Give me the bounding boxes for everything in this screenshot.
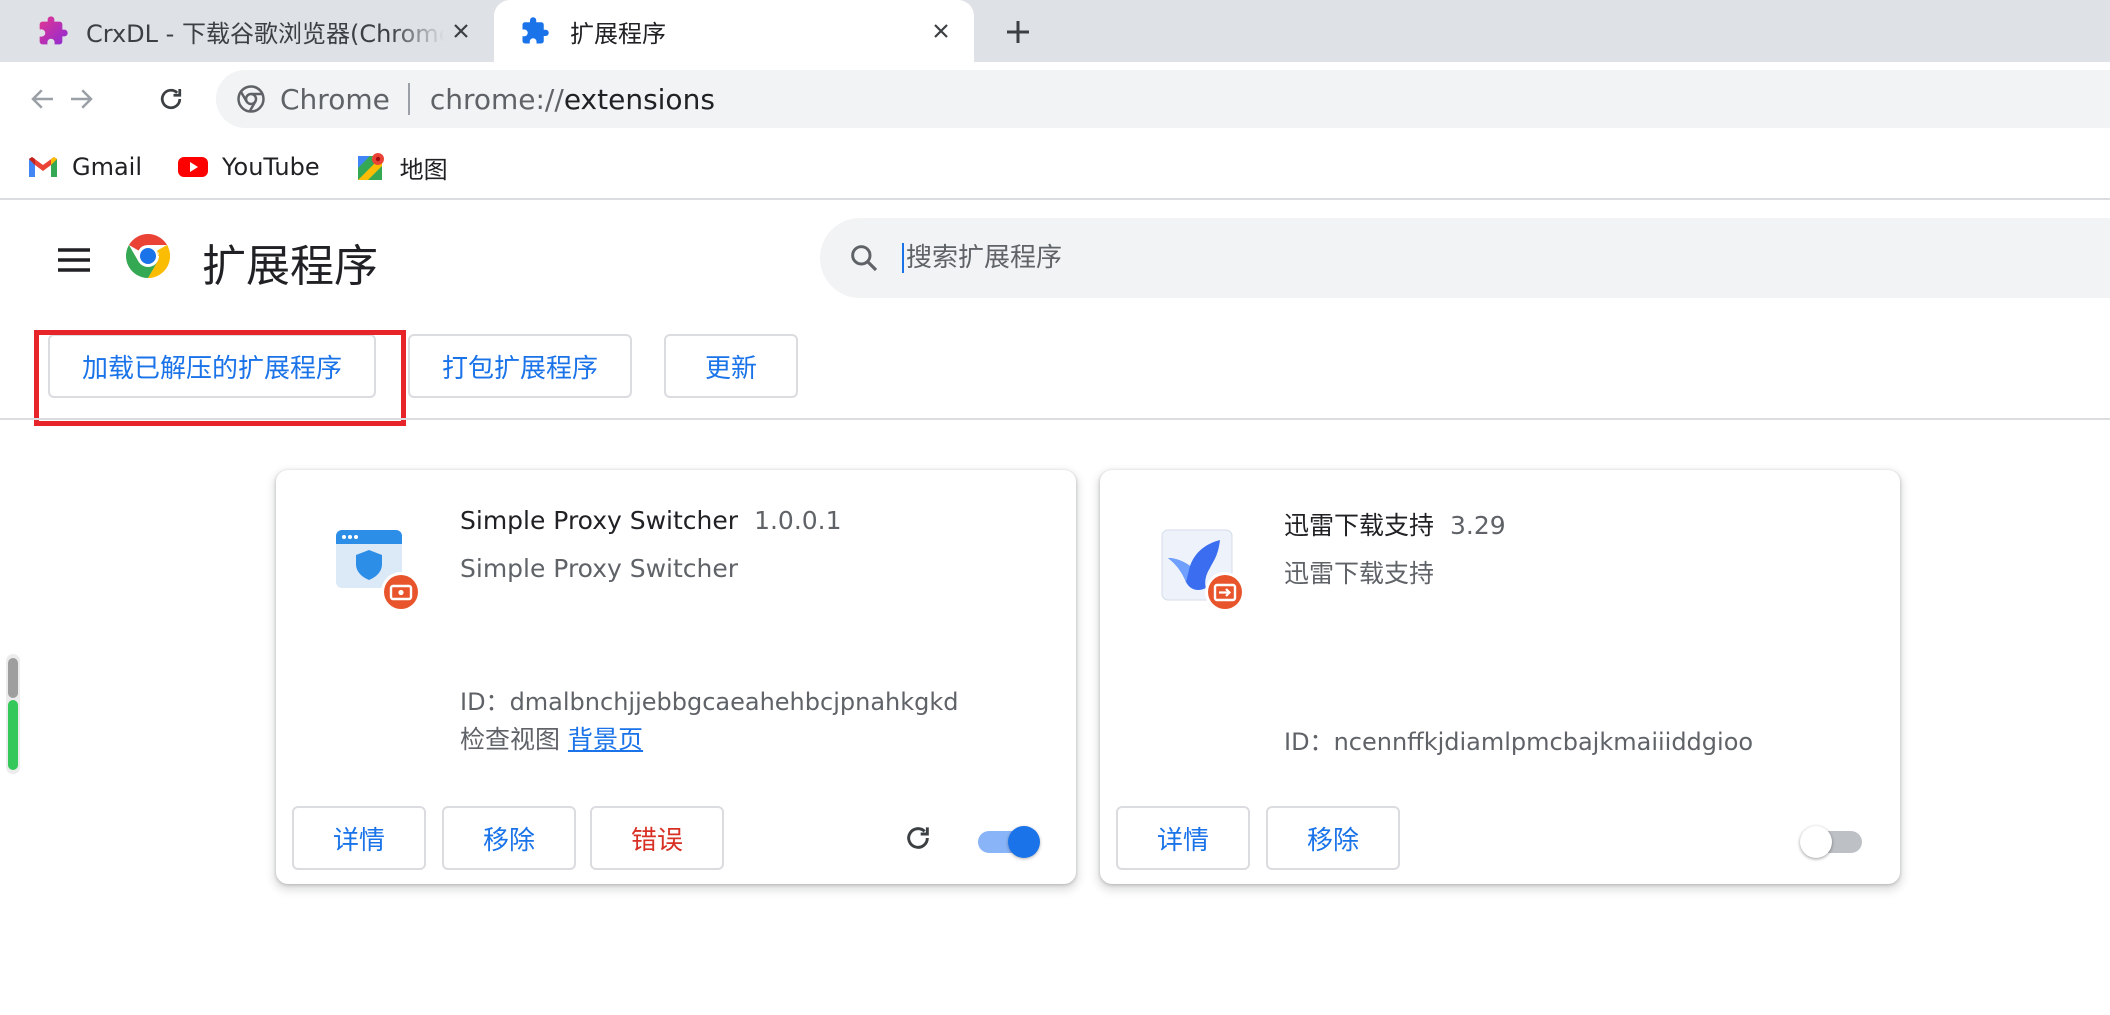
proxy-switcher-icon (336, 530, 421, 612)
extension-title: Simple Proxy Switcher (460, 506, 739, 535)
extension-id: ID：ncennffkjdiamlpmcbajkmaiiiddgioo (1284, 722, 1753, 757)
toggle-knob (1008, 826, 1040, 858)
extension-card: 迅雷下载支持 3.29 迅雷下载支持 ID：ncennffkjdiamlpmcba… (1100, 470, 1900, 884)
main-menu-button[interactable] (52, 238, 96, 282)
pack-extension-button[interactable]: 打包扩展程序 (408, 334, 632, 398)
arrow-right-icon (71, 89, 93, 109)
extension-description: 迅雷下载支持 (1284, 559, 1435, 588)
maps-icon (354, 152, 388, 182)
reload-button[interactable] (150, 78, 192, 120)
bookmark-label: 地图 (399, 155, 448, 184)
side-scroll-indicator[interactable] (6, 654, 20, 774)
tab-title: 扩展程序 (570, 19, 666, 48)
extension-card: Simple Proxy Switcher 1.0.0.1 Simple Prox… (276, 470, 1076, 884)
search-input[interactable] (902, 243, 1902, 273)
id-label: ID： (1284, 728, 1334, 756)
enable-toggle[interactable] (978, 824, 1040, 858)
extension-id: ID：dmalbnchjjebbgcaeahehbcjpnahkgkd (460, 682, 959, 717)
card-actions: 详情 移除 错误 (292, 806, 1052, 870)
card-actions: 详情 移除 (1116, 806, 1876, 870)
extension-name: 迅雷下载支持 3.29 (1284, 506, 1506, 542)
extension-version: 3.29 (1450, 511, 1506, 540)
site-chip[interactable]: Chrome (236, 83, 390, 116)
enable-toggle[interactable] (1800, 824, 1864, 858)
bookmarks-bar: Gmail YouTube 地图 (0, 136, 2110, 200)
plus-icon (1007, 21, 1029, 43)
details-button[interactable]: 详情 (292, 806, 426, 870)
indicator-fill (8, 700, 18, 770)
url-host: extensions (563, 82, 715, 116)
bookmark-gmail[interactable]: Gmail (26, 152, 142, 182)
omnibox-separator (407, 83, 410, 115)
thunder-bird-icon (1161, 529, 1245, 612)
youtube-icon (176, 152, 210, 182)
load-unpacked-button[interactable]: 加载已解压的扩展程序 (48, 334, 376, 398)
puzzle-icon (36, 14, 70, 48)
update-button[interactable]: 更新 (664, 334, 798, 398)
forward-button[interactable] (60, 78, 102, 120)
reload-extension-button[interactable] (896, 816, 940, 860)
toolbar: Chrome chrome:// extensions (0, 62, 2110, 136)
arrow-left-icon (31, 89, 53, 109)
gmail-icon (26, 152, 60, 182)
background-page-link[interactable]: 背景页 (568, 725, 643, 754)
close-icon[interactable] (444, 14, 478, 48)
page-title: 扩展程序 (202, 241, 378, 292)
back-button[interactable] (22, 78, 64, 120)
chip-label: Chrome (280, 82, 390, 116)
tab-title: CrxDL - 下载谷歌浏览器(Chrome) (86, 19, 444, 48)
bookmark-maps[interactable]: 地图 (354, 150, 448, 185)
tab-strip: CrxDL - 下载谷歌浏览器(Chrome) 扩展程序 (0, 0, 2110, 62)
remove-button[interactable]: 移除 (1266, 806, 1400, 870)
id-label: ID： (460, 688, 510, 716)
extension-name: Simple Proxy Switcher 1.0.0.1 (460, 506, 842, 535)
extension-version: 1.0.0.1 (754, 506, 842, 535)
search-icon (844, 238, 884, 278)
errors-button[interactable]: 错误 (590, 806, 724, 870)
bookmark-label: YouTube (222, 153, 320, 181)
chrome-icon (237, 85, 265, 113)
reload-icon (907, 827, 929, 849)
url-scheme: chrome:// (429, 82, 564, 116)
chrome-logo-icon (126, 234, 170, 278)
omnibox[interactable]: Chrome chrome:// extensions (216, 70, 2110, 128)
inspect-views-label: 检查视图 (460, 725, 561, 754)
search-bar (820, 218, 2110, 298)
id-value: ncennffkjdiamlpmcbajkmaiiiddgioo (1333, 728, 1754, 756)
hamburger-icon (58, 248, 90, 272)
inspect-views: 检查视图 背景页 (460, 720, 643, 756)
action-row: 加载已解压的扩展程序 打包扩展程序 更新 (0, 330, 2110, 426)
tab-crxdl[interactable]: CrxDL - 下载谷歌浏览器(Chrome) (0, 0, 494, 62)
reload-icon (160, 88, 182, 110)
id-value: dmalbnchjjebbgcaeahehbcjpnahkgkd (509, 688, 959, 716)
extension-description: Simple Proxy Switcher (460, 554, 739, 583)
indicator-top (8, 658, 18, 698)
bookmark-label: Gmail (72, 153, 143, 181)
details-button[interactable]: 详情 (1116, 806, 1250, 870)
remove-button[interactable]: 移除 (442, 806, 576, 870)
extensions-header: 扩展程序 加载已解压的扩展程序 打包扩展程序 更新 (0, 200, 2110, 516)
tab-extensions[interactable]: 扩展程序 (494, 0, 974, 62)
new-tab-button[interactable] (998, 12, 1038, 52)
toggle-knob (1800, 826, 1832, 858)
extension-title: 迅雷下载支持 (1284, 511, 1435, 540)
close-icon[interactable] (924, 14, 958, 48)
header-divider (0, 418, 2110, 420)
bookmark-youtube[interactable]: YouTube (176, 152, 320, 182)
puzzle-icon (518, 14, 552, 48)
